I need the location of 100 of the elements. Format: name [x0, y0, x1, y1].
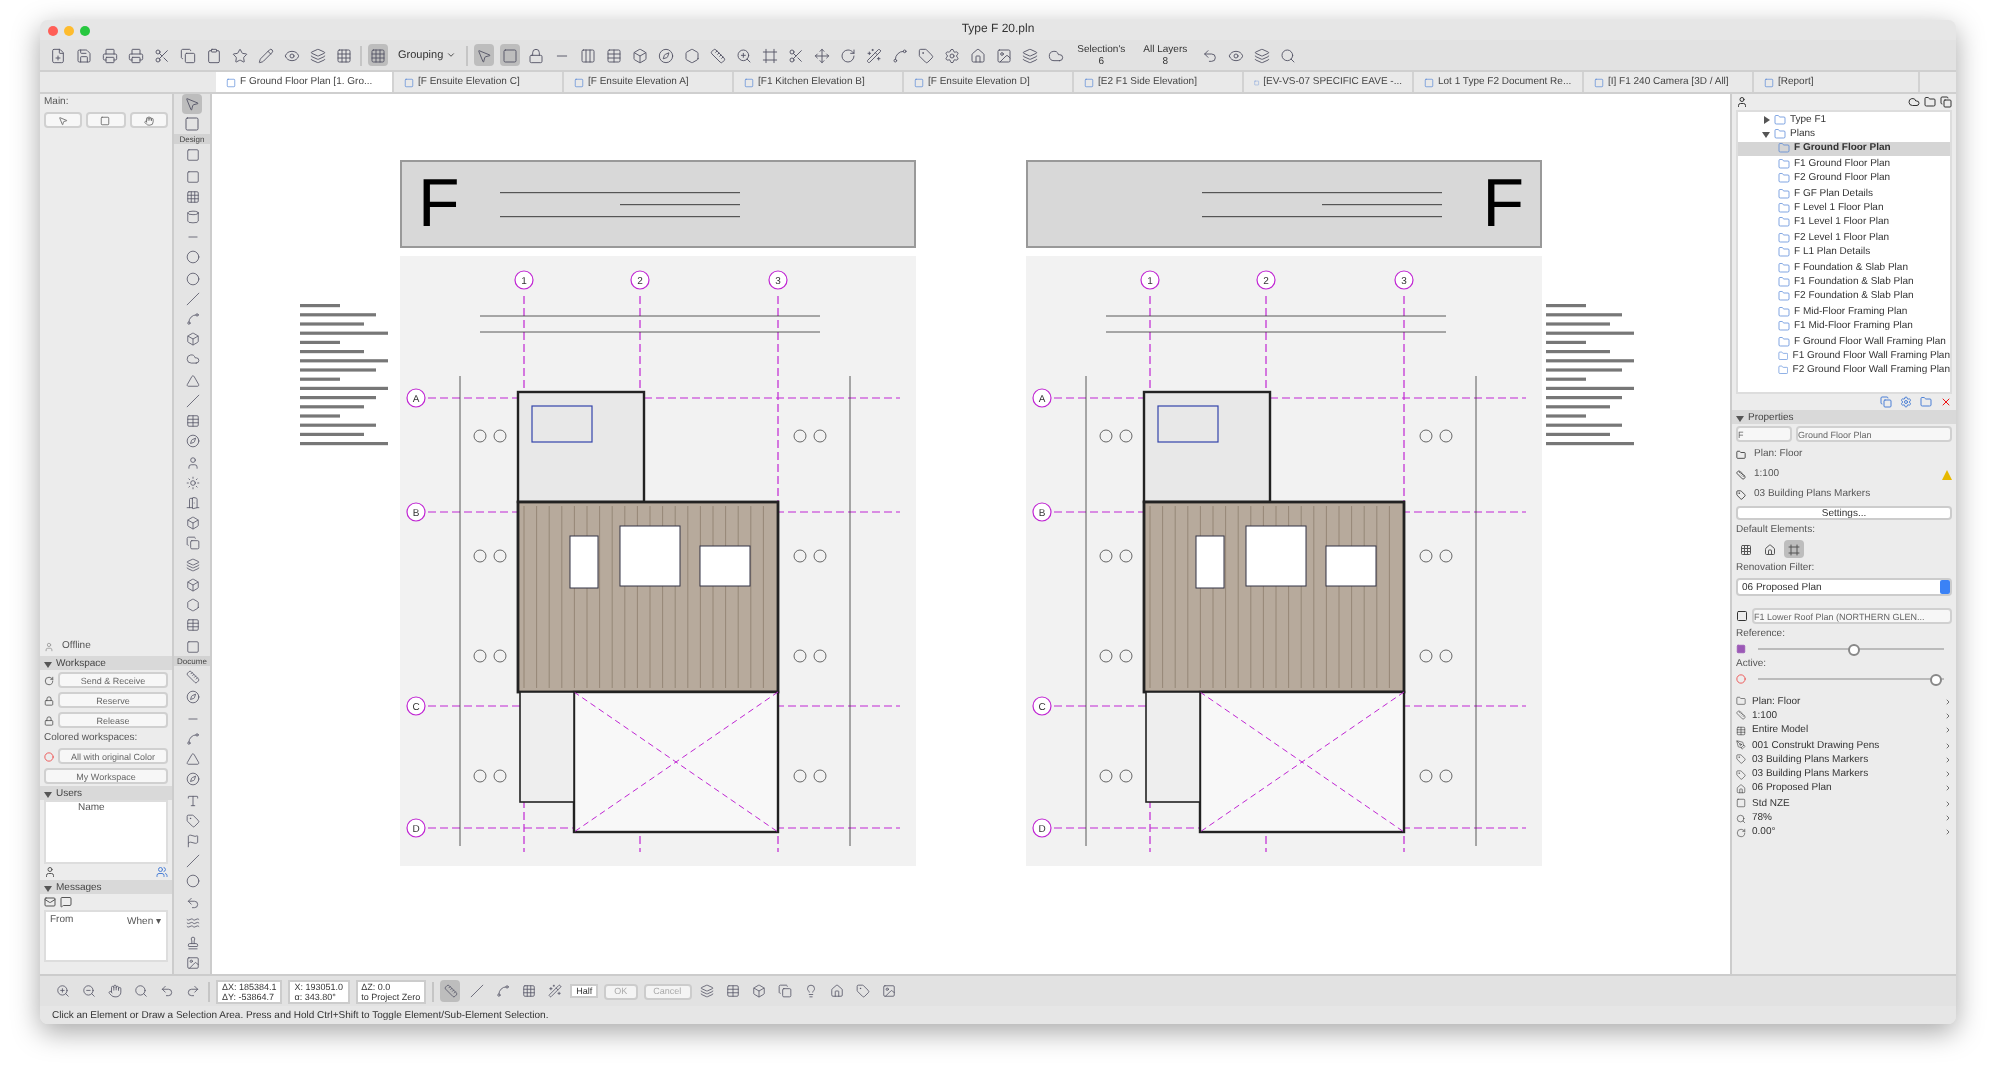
view-option-icon[interactable] — [723, 980, 744, 1002]
settings-icon[interactable] — [1900, 396, 1912, 408]
disclosure-triangle-icon[interactable] — [44, 659, 52, 667]
new-file-icon[interactable] — [48, 44, 68, 66]
document-tool-icon[interactable] — [182, 688, 202, 708]
frame-icon[interactable] — [759, 44, 780, 66]
move-icon[interactable] — [811, 44, 832, 66]
pointer-dropdown[interactable] — [44, 112, 83, 128]
copy-icon[interactable] — [1940, 96, 1952, 108]
design-tool-icon[interactable] — [182, 493, 202, 513]
undo-icon[interactable] — [1199, 44, 1220, 66]
square-icon[interactable] — [499, 44, 520, 66]
view-option-icon[interactable] — [827, 980, 848, 1002]
view-option-icon[interactable] — [853, 980, 874, 1002]
design-tool-icon[interactable] — [182, 391, 202, 411]
zoom-button[interactable] — [80, 25, 90, 35]
design-tool-icon[interactable] — [182, 370, 202, 391]
design-tool-icon[interactable] — [182, 452, 202, 472]
document-tool-icon[interactable] — [182, 667, 202, 688]
checkbox-icon[interactable] — [1736, 610, 1748, 622]
document-tool-icon[interactable] — [182, 770, 202, 790]
navigation-icon[interactable] — [130, 980, 150, 1002]
document-tool-icon[interactable] — [182, 953, 202, 974]
design-tool-icon[interactable] — [182, 554, 202, 575]
printer-icon[interactable] — [100, 44, 120, 66]
hexagon-icon[interactable] — [681, 44, 702, 66]
design-tool-icon[interactable] — [182, 329, 202, 350]
document-tool-icon[interactable] — [182, 913, 202, 933]
design-tool-icon[interactable] — [182, 207, 202, 227]
design-tool-icon[interactable] — [182, 309, 202, 329]
document-tool-icon[interactable] — [182, 810, 202, 831]
layers-icon[interactable] — [1251, 44, 1272, 66]
default-element-button[interactable] — [1784, 540, 1804, 558]
disclosure-triangle-icon[interactable] — [1736, 413, 1744, 421]
table-icon[interactable] — [603, 44, 624, 66]
curve-icon[interactable] — [889, 44, 910, 66]
snap-icon[interactable] — [518, 980, 539, 1002]
snap-icon[interactable] — [440, 980, 461, 1002]
pointer-icon[interactable] — [473, 44, 494, 66]
navigation-icon[interactable] — [78, 980, 98, 1002]
star-icon[interactable] — [230, 44, 250, 66]
document-tool-icon[interactable] — [182, 892, 202, 913]
close-button[interactable] — [48, 25, 58, 35]
document-tool-icon[interactable] — [182, 831, 202, 851]
design-tool-icon[interactable] — [182, 350, 202, 370]
layers-icon[interactable] — [1019, 44, 1040, 66]
mail-icon[interactable] — [44, 896, 56, 908]
delete-icon[interactable] — [1940, 396, 1952, 408]
save-icon[interactable] — [74, 44, 94, 66]
house-icon[interactable] — [967, 44, 988, 66]
slider-thumb[interactable] — [1930, 674, 1943, 686]
design-tool-icon[interactable] — [182, 411, 202, 431]
document-tool-icon[interactable] — [182, 851, 202, 872]
folder-icon[interactable] — [1924, 96, 1936, 108]
ruler-icon[interactable] — [707, 44, 728, 66]
default-element-button[interactable] — [1736, 540, 1756, 558]
message-icon[interactable] — [60, 896, 72, 908]
settings-icon[interactable] — [941, 44, 962, 66]
design-tool-icon[interactable] — [182, 575, 202, 595]
box-icon[interactable] — [629, 44, 650, 66]
document-tool-icon[interactable] — [182, 933, 202, 953]
default-element-button[interactable] — [1760, 540, 1780, 558]
grid-icon[interactable] — [334, 44, 354, 66]
design-tool-icon[interactable] — [182, 534, 202, 554]
search-icon[interactable] — [1277, 44, 1298, 66]
view-option-icon[interactable] — [749, 980, 770, 1002]
snap-icon[interactable] — [492, 980, 513, 1002]
disclosure-triangle-icon[interactable] — [1762, 130, 1770, 139]
document-tool-icon[interactable] — [182, 729, 202, 749]
compass-icon[interactable] — [655, 44, 676, 66]
copy-icon[interactable] — [1880, 396, 1892, 408]
disclosure-triangle-icon[interactable] — [1762, 115, 1770, 124]
lock-icon[interactable] — [525, 44, 546, 66]
navigation-icon[interactable] — [52, 980, 72, 1002]
disclosure-triangle-icon[interactable] — [44, 883, 52, 891]
shape-dropdown[interactable] — [86, 112, 126, 128]
hand-dropdown[interactable] — [129, 112, 168, 128]
copy-icon[interactable] — [178, 44, 198, 66]
users-icon[interactable] — [156, 866, 168, 878]
zoom-in-icon[interactable] — [733, 44, 754, 66]
user-icon[interactable] — [44, 866, 56, 878]
grid-icon[interactable] — [368, 44, 388, 66]
printer-icon[interactable] — [126, 44, 146, 66]
layers-icon[interactable] — [308, 44, 328, 66]
user-icon[interactable] — [1736, 96, 1748, 108]
navigation-icon[interactable] — [182, 980, 202, 1002]
design-tool-icon[interactable] — [182, 636, 202, 656]
view-option-icon[interactable] — [879, 980, 900, 1002]
document-tool-icon[interactable] — [182, 790, 202, 810]
disclosure-triangle-icon[interactable] — [44, 789, 52, 797]
pencil-icon[interactable] — [256, 44, 276, 66]
scissors-icon[interactable] — [785, 44, 806, 66]
tag-icon[interactable] — [915, 44, 936, 66]
columns-icon[interactable] — [577, 44, 598, 66]
design-tool-icon[interactable] — [182, 186, 202, 207]
picture-icon[interactable] — [993, 44, 1014, 66]
design-tool-icon[interactable] — [182, 513, 202, 534]
navigation-icon[interactable] — [156, 980, 176, 1002]
marquee-tool-icon[interactable] — [182, 114, 202, 134]
design-tool-icon[interactable] — [182, 432, 202, 452]
